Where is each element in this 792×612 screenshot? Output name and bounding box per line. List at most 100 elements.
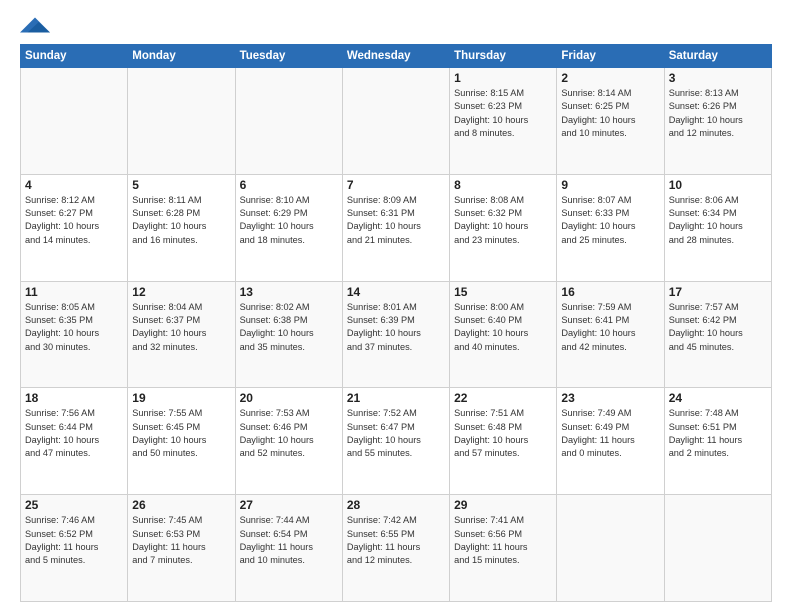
day-number: 11	[25, 285, 123, 299]
day-number: 20	[240, 391, 338, 405]
week-row-4: 25 Sunrise: 7:46 AMSunset: 6:52 PMDayligh…	[21, 495, 772, 602]
calendar-cell: 21 Sunrise: 7:52 AMSunset: 6:47 PMDayligh…	[342, 388, 449, 495]
calendar-cell: 11 Sunrise: 8:05 AMSunset: 6:35 PMDayligh…	[21, 281, 128, 388]
calendar-cell: 2 Sunrise: 8:14 AMSunset: 6:25 PMDaylight…	[557, 68, 664, 175]
day-info: Sunrise: 8:08 AMSunset: 6:32 PMDaylight:…	[454, 194, 552, 247]
calendar-cell: 5Sunrise: 8:11 AMSunset: 6:28 PMDaylight…	[128, 174, 235, 281]
calendar-cell: 23 Sunrise: 7:49 AMSunset: 6:49 PMDayligh…	[557, 388, 664, 495]
calendar-cell: 20 Sunrise: 7:53 AMSunset: 6:46 PMDayligh…	[235, 388, 342, 495]
day-number: 25	[25, 498, 123, 512]
calendar-cell: 15Sunrise: 8:00 AMSunset: 6:40 PMDayligh…	[450, 281, 557, 388]
logo	[20, 16, 54, 34]
calendar-cell: 12 Sunrise: 8:04 AMSunset: 6:37 PMDayligh…	[128, 281, 235, 388]
day-info: Sunrise: 8:01 AMSunset: 6:39 PMDaylight:…	[347, 301, 445, 354]
calendar-cell: 17Sunrise: 7:57 AMSunset: 6:42 PMDayligh…	[664, 281, 771, 388]
day-number: 8	[454, 178, 552, 192]
day-info: Sunrise: 7:53 AMSunset: 6:46 PMDaylight:…	[240, 407, 338, 460]
calendar-cell: 19Sunrise: 7:55 AMSunset: 6:45 PMDayligh…	[128, 388, 235, 495]
header-day-sunday: Sunday	[21, 45, 128, 68]
day-number: 17	[669, 285, 767, 299]
calendar-cell: 7 Sunrise: 8:09 AMSunset: 6:31 PMDaylight…	[342, 174, 449, 281]
day-number: 5	[132, 178, 230, 192]
day-info: Sunrise: 8:06 AMSunset: 6:34 PMDaylight:…	[669, 194, 767, 247]
day-number: 10	[669, 178, 767, 192]
calendar-cell: 10 Sunrise: 8:06 AMSunset: 6:34 PMDayligh…	[664, 174, 771, 281]
calendar-cell	[235, 68, 342, 175]
day-info: Sunrise: 8:05 AMSunset: 6:35 PMDaylight:…	[25, 301, 123, 354]
calendar-cell: 24 Sunrise: 7:48 AMSunset: 6:51 PMDayligh…	[664, 388, 771, 495]
day-number: 23	[561, 391, 659, 405]
day-number: 1	[454, 71, 552, 85]
calendar-cell: 26 Sunrise: 7:45 AMSunset: 6:53 PMDayligh…	[128, 495, 235, 602]
calendar-cell: 25 Sunrise: 7:46 AMSunset: 6:52 PMDayligh…	[21, 495, 128, 602]
calendar-cell: 13 Sunrise: 8:02 AMSunset: 6:38 PMDayligh…	[235, 281, 342, 388]
header-day-friday: Friday	[557, 45, 664, 68]
day-number: 27	[240, 498, 338, 512]
header-day-saturday: Saturday	[664, 45, 771, 68]
day-info: Sunrise: 8:04 AMSunset: 6:37 PMDaylight:…	[132, 301, 230, 354]
day-number: 21	[347, 391, 445, 405]
day-info: Sunrise: 7:44 AMSunset: 6:54 PMDaylight:…	[240, 514, 338, 567]
calendar-cell: 18Sunrise: 7:56 AMSunset: 6:44 PMDayligh…	[21, 388, 128, 495]
day-info: Sunrise: 8:13 AMSunset: 6:26 PMDaylight:…	[669, 87, 767, 140]
day-number: 3	[669, 71, 767, 85]
page: SundayMondayTuesdayWednesdayThursdayFrid…	[0, 0, 792, 612]
day-info: Sunrise: 8:07 AMSunset: 6:33 PMDaylight:…	[561, 194, 659, 247]
day-number: 4	[25, 178, 123, 192]
week-row-3: 18Sunrise: 7:56 AMSunset: 6:44 PMDayligh…	[21, 388, 772, 495]
day-info: Sunrise: 7:51 AMSunset: 6:48 PMDaylight:…	[454, 407, 552, 460]
calendar-cell: 22 Sunrise: 7:51 AMSunset: 6:48 PMDayligh…	[450, 388, 557, 495]
day-info: Sunrise: 7:46 AMSunset: 6:52 PMDaylight:…	[25, 514, 123, 567]
calendar-table: SundayMondayTuesdayWednesdayThursdayFrid…	[20, 44, 772, 602]
header	[20, 16, 772, 34]
calendar-cell: 4 Sunrise: 8:12 AMSunset: 6:27 PMDaylight…	[21, 174, 128, 281]
calendar-cell: 9 Sunrise: 8:07 AMSunset: 6:33 PMDaylight…	[557, 174, 664, 281]
day-number: 22	[454, 391, 552, 405]
day-info: Sunrise: 7:52 AMSunset: 6:47 PMDaylight:…	[347, 407, 445, 460]
logo-icon	[20, 16, 50, 34]
calendar-cell: 1 Sunrise: 8:15 AMSunset: 6:23 PMDaylight…	[450, 68, 557, 175]
day-number: 13	[240, 285, 338, 299]
day-info: Sunrise: 8:10 AMSunset: 6:29 PMDaylight:…	[240, 194, 338, 247]
day-number: 6	[240, 178, 338, 192]
calendar-cell	[342, 68, 449, 175]
day-info: Sunrise: 7:42 AMSunset: 6:55 PMDaylight:…	[347, 514, 445, 567]
calendar-cell	[21, 68, 128, 175]
day-info: Sunrise: 7:45 AMSunset: 6:53 PMDaylight:…	[132, 514, 230, 567]
day-info: Sunrise: 8:15 AMSunset: 6:23 PMDaylight:…	[454, 87, 552, 140]
day-number: 19	[132, 391, 230, 405]
day-info: Sunrise: 8:14 AMSunset: 6:25 PMDaylight:…	[561, 87, 659, 140]
day-number: 26	[132, 498, 230, 512]
day-info: Sunrise: 7:41 AMSunset: 6:56 PMDaylight:…	[454, 514, 552, 567]
header-day-monday: Monday	[128, 45, 235, 68]
day-number: 29	[454, 498, 552, 512]
day-number: 24	[669, 391, 767, 405]
calendar-cell: 27 Sunrise: 7:44 AMSunset: 6:54 PMDayligh…	[235, 495, 342, 602]
day-number: 12	[132, 285, 230, 299]
day-info: Sunrise: 7:59 AMSunset: 6:41 PMDaylight:…	[561, 301, 659, 354]
day-info: Sunrise: 7:56 AMSunset: 6:44 PMDaylight:…	[25, 407, 123, 460]
header-row: SundayMondayTuesdayWednesdayThursdayFrid…	[21, 45, 772, 68]
calendar-cell: 8 Sunrise: 8:08 AMSunset: 6:32 PMDaylight…	[450, 174, 557, 281]
calendar-cell: 3 Sunrise: 8:13 AMSunset: 6:26 PMDaylight…	[664, 68, 771, 175]
day-number: 14	[347, 285, 445, 299]
day-info: Sunrise: 8:09 AMSunset: 6:31 PMDaylight:…	[347, 194, 445, 247]
day-number: 28	[347, 498, 445, 512]
calendar-cell: 14 Sunrise: 8:01 AMSunset: 6:39 PMDayligh…	[342, 281, 449, 388]
week-row-2: 11 Sunrise: 8:05 AMSunset: 6:35 PMDayligh…	[21, 281, 772, 388]
day-number: 7	[347, 178, 445, 192]
calendar-cell	[128, 68, 235, 175]
header-day-thursday: Thursday	[450, 45, 557, 68]
day-info: Sunrise: 8:12 AMSunset: 6:27 PMDaylight:…	[25, 194, 123, 247]
calendar-cell: 6 Sunrise: 8:10 AMSunset: 6:29 PMDaylight…	[235, 174, 342, 281]
day-number: 2	[561, 71, 659, 85]
calendar-cell: 29 Sunrise: 7:41 AMSunset: 6:56 PMDayligh…	[450, 495, 557, 602]
day-info: Sunrise: 7:49 AMSunset: 6:49 PMDaylight:…	[561, 407, 659, 460]
day-number: 9	[561, 178, 659, 192]
header-day-tuesday: Tuesday	[235, 45, 342, 68]
day-number: 16	[561, 285, 659, 299]
calendar-cell	[664, 495, 771, 602]
day-info: Sunrise: 7:48 AMSunset: 6:51 PMDaylight:…	[669, 407, 767, 460]
day-info: Sunrise: 8:02 AMSunset: 6:38 PMDaylight:…	[240, 301, 338, 354]
calendar-cell: 16 Sunrise: 7:59 AMSunset: 6:41 PMDayligh…	[557, 281, 664, 388]
